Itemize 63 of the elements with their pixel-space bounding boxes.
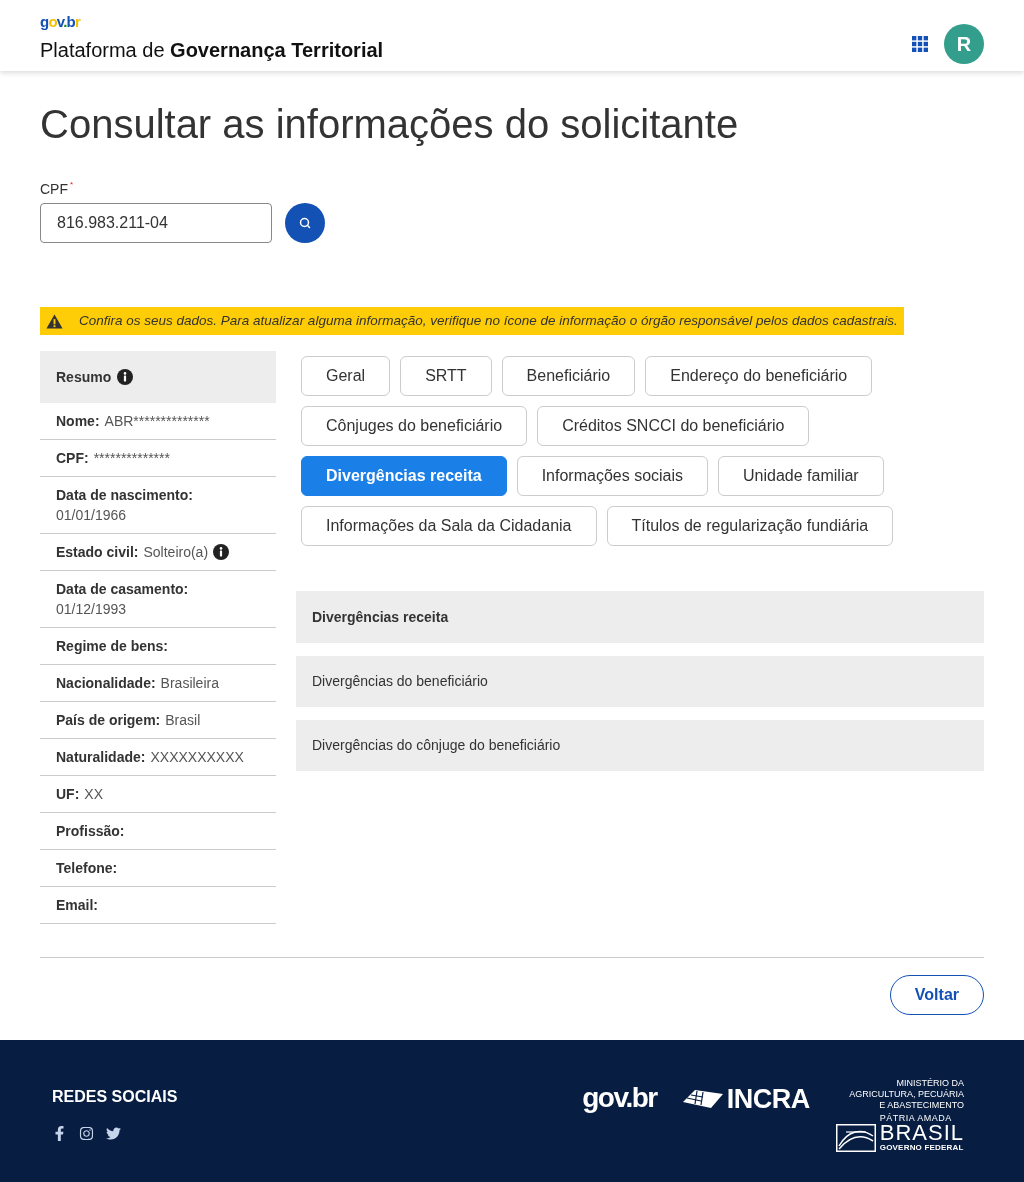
back-button[interactable]: Voltar bbox=[889, 975, 984, 1015]
logo-wordmark: INCRA bbox=[726, 1085, 810, 1113]
government-subtitle: GOVERNO FEDERAL bbox=[879, 1143, 964, 1152]
ministry-name: MINISTÉRIO DA AGRICULTURA, PECUÁRIA E ABASTECIMENTO bbox=[849, 1078, 964, 1111]
accordion-item[interactable]: Divergências do beneficiário bbox=[296, 656, 984, 707]
field-label: Nacionalidade: bbox=[56, 674, 156, 693]
platform-title: Plataforma de Governança Territorial bbox=[40, 38, 384, 63]
tab[interactable]: Endereço do beneficiário bbox=[645, 356, 873, 396]
twitter-icon[interactable] bbox=[106, 1126, 121, 1141]
tab[interactable]: Unidade familiar bbox=[718, 456, 884, 496]
accordion-item[interactable]: Divergências do cônjuge do beneficiário bbox=[296, 720, 984, 771]
field-label: Regime de bens: bbox=[56, 637, 169, 656]
logo-wordmark: gov.br bbox=[40, 14, 80, 30]
page-title: Consultar as informações do solicitante bbox=[40, 101, 740, 148]
tab[interactable]: Geral bbox=[301, 356, 391, 396]
tab[interactable]: Títulos de regularização fundiária bbox=[606, 506, 894, 546]
field-label: Nome: bbox=[56, 412, 100, 431]
field-value: Solteiro(a) bbox=[143, 543, 209, 562]
tab[interactable]: Créditos SNCCI do beneficiário bbox=[537, 406, 810, 446]
country-wordmark: BRASIL bbox=[879, 1123, 964, 1143]
search-button[interactable] bbox=[285, 203, 325, 243]
apps-grid-icon[interactable] bbox=[912, 36, 928, 52]
logo-wordmark: gov.br bbox=[582, 1084, 657, 1112]
info-icon[interactable] bbox=[117, 369, 134, 385]
field-label: Email: bbox=[56, 896, 98, 915]
facebook-icon[interactable] bbox=[52, 1126, 67, 1141]
field-label: CPF: bbox=[56, 449, 89, 468]
instagram-icon[interactable] bbox=[79, 1126, 94, 1141]
curved-lines-icon bbox=[835, 1124, 876, 1152]
field-value: ABR************** bbox=[104, 412, 210, 431]
warning-message: Confira os seus dados. Para atualizar alguma informação, verifique no ícone de informação o órgão responsável pelos dados cadastrais. bbox=[79, 312, 898, 330]
tilted-grid-icon bbox=[682, 1090, 723, 1108]
field-value: XX bbox=[84, 785, 103, 804]
field-label: UF: bbox=[56, 785, 80, 804]
field-label: CPF bbox=[40, 180, 68, 198]
field-label: Data de nascimento: bbox=[56, 486, 193, 505]
field-label: Naturalidade: bbox=[56, 748, 146, 767]
field-label: Telefone: bbox=[56, 859, 118, 878]
field-value: Brasileira bbox=[160, 674, 219, 693]
section-header: Divergências receita bbox=[296, 591, 984, 643]
tab[interactable]: Divergências receita bbox=[301, 456, 507, 496]
field-value: XXXXXXXXXX bbox=[150, 748, 244, 767]
field-label: Profissão: bbox=[56, 822, 125, 841]
required-mark: * bbox=[70, 180, 74, 190]
tab[interactable]: Informações da Sala da Cidadania bbox=[301, 506, 597, 546]
tab[interactable]: SRTT bbox=[400, 356, 492, 396]
field-value: 01/01/1966 bbox=[56, 506, 127, 525]
field-label: País de origem: bbox=[56, 711, 161, 730]
info-icon[interactable] bbox=[213, 544, 230, 560]
cpf-input[interactable]: 816.983.211-04 bbox=[40, 203, 272, 243]
tab[interactable]: Beneficiário bbox=[501, 356, 636, 396]
field-value: Brasil bbox=[165, 711, 201, 730]
social-title: REDES SOCIAIS bbox=[52, 1087, 178, 1107]
field-label: Data de casamento: bbox=[56, 580, 189, 599]
tab[interactable]: Informações sociais bbox=[516, 456, 709, 496]
tab[interactable]: Cônjuges do beneficiário bbox=[301, 406, 528, 446]
field-value: 01/12/1993 bbox=[56, 600, 127, 619]
warning-icon bbox=[46, 313, 63, 329]
motto-text: PÁTRIA AMADA bbox=[879, 1113, 952, 1123]
summary-title: Resumo bbox=[56, 367, 112, 387]
search-icon bbox=[299, 217, 311, 229]
field-value: ************** bbox=[93, 449, 170, 468]
field-label: Estado civil: bbox=[56, 543, 139, 562]
